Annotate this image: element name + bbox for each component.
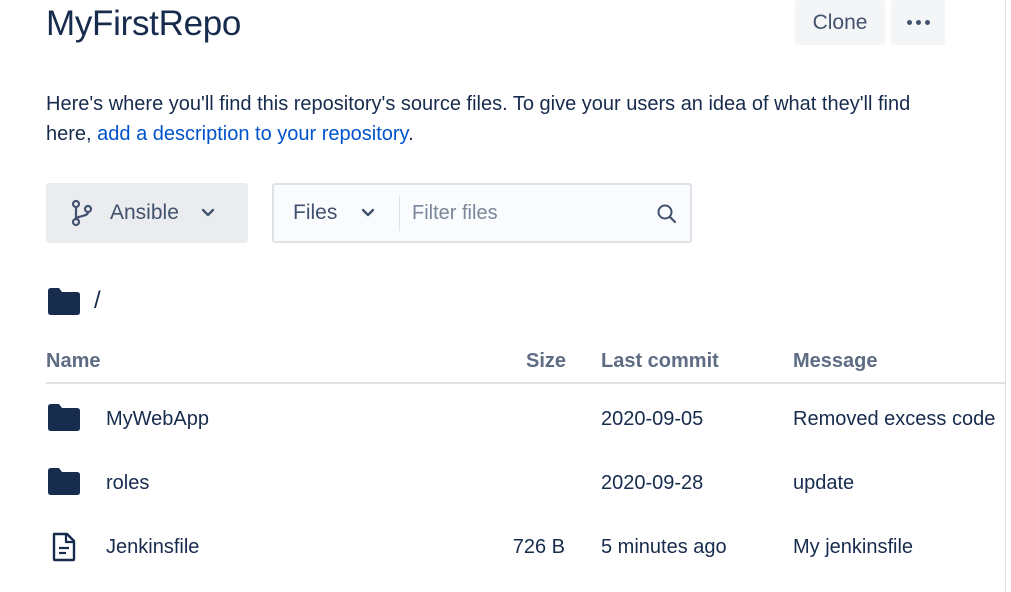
repository-source-page: MyFirstRepo Clone Here's where you'll fi… — [0, 0, 1011, 592]
add-description-link[interactable]: add a description to your repository — [97, 123, 408, 145]
chevron-down-icon — [201, 208, 215, 217]
table-row[interactable]: Jenkinsfile 726 B 5 minutes ago My jenki… — [46, 514, 1005, 578]
file-filter: Files — [272, 183, 692, 243]
folder-icon — [48, 404, 80, 431]
commit-message: update — [793, 472, 855, 494]
file-name-link[interactable]: Jenkinsfile — [106, 536, 199, 559]
more-actions-button[interactable] — [891, 0, 945, 45]
breadcrumb: / — [48, 287, 101, 315]
last-commit-date: 2020-09-05 — [601, 408, 704, 430]
column-header-message[interactable]: Message — [793, 350, 878, 373]
table-row[interactable]: MyWebApp 2020-09-05 Removed excess code — [46, 386, 1005, 450]
filter-type-label: Files — [293, 201, 338, 224]
branch-icon — [71, 199, 93, 227]
path-root[interactable]: / — [94, 287, 101, 315]
more-dots-icon — [906, 20, 930, 25]
branch-label: Ansible — [110, 201, 179, 224]
description-suffix: . — [408, 123, 414, 145]
search-icon[interactable] — [656, 203, 678, 225]
table-row[interactable]: roles 2020-09-28 update — [46, 450, 1005, 514]
column-header-last-commit[interactable]: Last commit — [601, 350, 719, 373]
column-header-name[interactable]: Name — [46, 350, 100, 373]
chevron-down-icon — [362, 208, 375, 217]
file-table-header: Name Size Last commit Message — [46, 345, 1005, 384]
folder-icon — [48, 468, 80, 495]
last-commit-date: 5 minutes ago — [601, 536, 727, 558]
commit-message: My jenkinsfile — [793, 536, 914, 558]
file-name-link[interactable]: MyWebApp — [106, 408, 209, 431]
column-header-size[interactable]: Size — [526, 350, 566, 373]
repo-description: Here's where you'll find this repository… — [46, 89, 946, 149]
page-divider — [1005, 0, 1006, 592]
filter-files-input[interactable] — [410, 194, 654, 232]
page-title: MyFirstRepo — [46, 4, 242, 43]
filter-type-dropdown[interactable]: Files — [274, 195, 400, 231]
file-name-link[interactable]: roles — [106, 472, 149, 495]
file-icon — [52, 532, 76, 562]
branch-selector[interactable]: Ansible — [46, 183, 248, 243]
folder-icon — [48, 287, 80, 315]
clone-button[interactable]: Clone — [795, 0, 885, 45]
file-size: 726 B — [512, 536, 565, 558]
commit-message: Removed excess code — [793, 408, 996, 430]
last-commit-date: 2020-09-28 — [601, 472, 704, 494]
